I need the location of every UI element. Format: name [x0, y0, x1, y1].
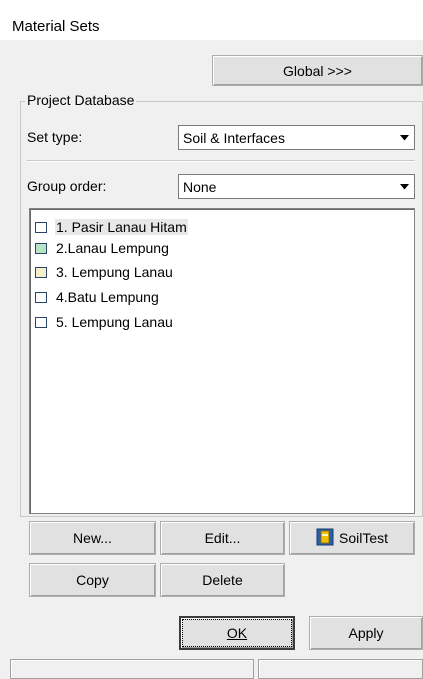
list-item[interactable]: 3. Lempung Lanau [35, 262, 174, 282]
material-color-swatch [35, 242, 47, 254]
chevron-down-icon[interactable] [395, 175, 414, 198]
soiltest-button[interactable]: SoilTest [289, 521, 415, 555]
ok-button[interactable]: OK [179, 616, 295, 650]
status-panel-left [10, 659, 254, 679]
apply-button[interactable]: Apply [309, 616, 423, 650]
soiltest-button-label: SoilTest [338, 530, 389, 546]
global-button-label: Global >>> [283, 62, 352, 79]
list-item[interactable]: 4.Batu Lempung [35, 287, 160, 307]
list-item[interactable]: 2.Lanau Lempung [35, 238, 170, 258]
material-label: 5. Lempung Lanau [56, 314, 173, 330]
new-button-label: New... [73, 530, 112, 546]
group-order-value: None [183, 178, 217, 195]
copy-button[interactable]: Copy [29, 563, 156, 597]
delete-button[interactable]: Delete [160, 563, 285, 597]
material-label: 2.Lanau Lempung [56, 240, 169, 256]
set-type-label: Set type: [27, 129, 83, 145]
set-type-dropdown[interactable]: Soil & Interfaces [178, 125, 415, 150]
copy-button-label: Copy [76, 572, 109, 588]
delete-button-label: Delete [202, 572, 243, 588]
group-order-dropdown[interactable]: None [178, 174, 415, 199]
material-color-swatch [35, 266, 47, 278]
material-color-swatch [35, 221, 47, 233]
list-item[interactable]: 1. Pasir Lanau Hitam [35, 217, 188, 237]
set-type-value: Soil & Interfaces [183, 129, 285, 146]
material-label: 4.Batu Lempung [56, 289, 159, 305]
group-order-label: Group order: [27, 178, 107, 194]
ok-button-label: OK [226, 625, 248, 641]
material-label: 3. Lempung Lanau [56, 264, 173, 280]
apply-button-label: Apply [348, 625, 384, 641]
edit-button[interactable]: Edit... [160, 521, 285, 555]
window-title: Material Sets [12, 18, 100, 35]
global-button[interactable]: Global >>> [212, 55, 423, 86]
list-item[interactable]: 5. Lempung Lanau [35, 312, 174, 332]
title-bar: Material Sets [0, 0, 423, 40]
material-color-swatch [35, 291, 47, 303]
separator [27, 160, 415, 162]
status-panel-right [258, 659, 423, 679]
chevron-down-icon[interactable] [395, 126, 414, 149]
soiltest-icon [316, 528, 334, 549]
material-color-swatch [35, 316, 47, 328]
new-button[interactable]: New... [29, 521, 156, 555]
material-list[interactable]: 1. Pasir Lanau Hitam 2.Lanau Lempung 3. … [29, 208, 415, 514]
edit-button-label: Edit... [204, 530, 241, 546]
material-label: 1. Pasir Lanau Hitam [55, 219, 188, 235]
project-database-label: Project Database [25, 92, 137, 108]
